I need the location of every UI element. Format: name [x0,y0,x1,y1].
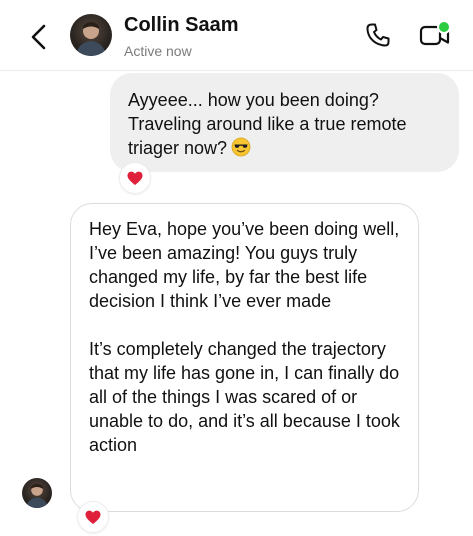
active-status: Active now [124,43,192,59]
voice-call-button[interactable] [364,21,392,49]
back-button[interactable] [28,20,50,54]
incoming-message-paragraph: Hey Eva, hope you’ve been doing well, I’… [89,219,400,311]
heart-reaction[interactable] [78,502,108,532]
contact-avatar[interactable] [70,14,112,56]
phone-icon [366,23,390,47]
heart-icon [127,171,143,185]
outgoing-message-text: Ayyeee... how you been doing? Traveling … [128,90,407,158]
incoming-message-paragraph: It’s completely changed the trajectory t… [89,339,400,455]
outgoing-message[interactable]: Ayyeee... how you been doing? Traveling … [110,73,459,172]
back-arrow-icon [31,24,46,50]
online-indicator [437,20,451,34]
sunglasses-emoji-icon [231,137,251,163]
heart-reaction[interactable] [120,163,150,193]
video-call-button[interactable] [418,19,452,51]
sender-avatar[interactable] [22,478,52,508]
incoming-message[interactable]: Hey Eva, hope you’ve been doing well, I’… [70,203,419,512]
contact-name[interactable]: Collin Saam [124,14,238,37]
heart-icon [85,510,101,524]
chat-header: Collin Saam Active now [0,0,473,71]
